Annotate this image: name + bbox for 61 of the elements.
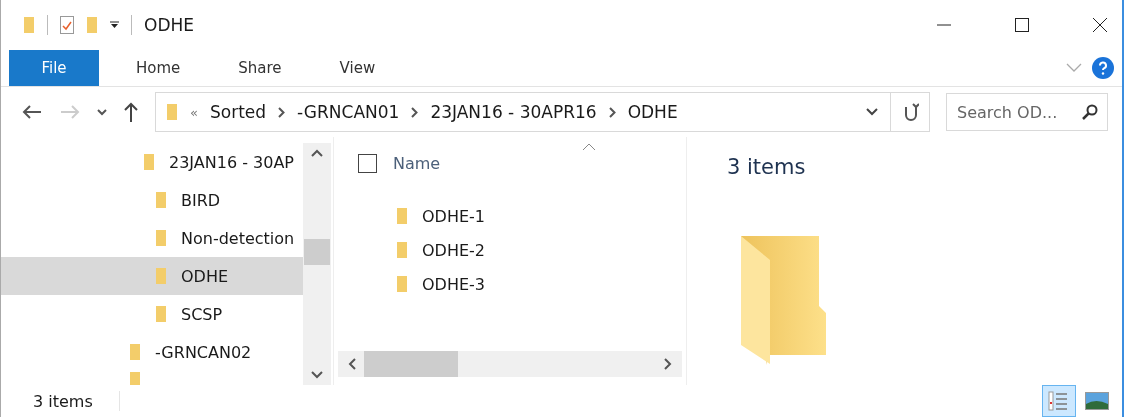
vertical-scrollbar[interactable] (303, 143, 331, 385)
file-item[interactable]: ODHE-1 (396, 199, 516, 233)
overflow-chevron[interactable]: « (190, 104, 198, 120)
breadcrumb[interactable]: ODHE (627, 102, 678, 122)
scroll-thumb[interactable] (304, 239, 330, 265)
maximize-icon[interactable] (1014, 17, 1030, 33)
scroll-up-icon[interactable] (311, 149, 323, 157)
breadcrumb[interactable]: Sorted (209, 102, 267, 122)
scroll-down-icon[interactable] (311, 371, 323, 379)
chevron-right-icon[interactable] (278, 106, 286, 118)
search-field[interactable]: Search OD... (946, 93, 1108, 131)
folder-icon (396, 207, 408, 225)
breadcrumb[interactable]: -GRNCAN01 (297, 102, 400, 122)
refresh-icon[interactable] (903, 103, 919, 121)
ribbon-tab[interactable]: Home (115, 50, 202, 86)
folder-icon (129, 371, 141, 385)
tree-item[interactable]: Non-detection (1, 219, 303, 257)
folder-icon (166, 103, 178, 121)
folder-icon (155, 191, 167, 209)
folder-icon (155, 305, 167, 323)
ribbon-tab[interactable]: View (318, 50, 397, 86)
horizontal-scrollbar[interactable] (338, 351, 682, 377)
customize-caret-icon[interactable] (110, 21, 119, 29)
details-view-button[interactable] (1042, 385, 1076, 417)
tree-item[interactable]: BIRD (1, 181, 303, 219)
folder-icon (155, 267, 167, 285)
column-header[interactable]: Name (393, 153, 441, 173)
large-icons-view-icon (1085, 392, 1109, 410)
ribbon-tab[interactable]: Share (217, 50, 303, 86)
tree-item[interactable]: 23JAN16 - 30AP (1, 143, 303, 181)
breadcrumb[interactable]: 23JAN16 - 30APR16 (430, 102, 597, 122)
folder-icon (396, 275, 408, 293)
folder-icon (155, 229, 167, 247)
close-icon[interactable] (1092, 17, 1108, 33)
search-icon[interactable] (1082, 104, 1098, 120)
file-item[interactable]: ODHE-3 (396, 267, 516, 301)
back-arrow-icon[interactable] (21, 104, 43, 120)
ribbon-tab[interactable]: File (9, 50, 99, 86)
scroll-thumb[interactable] (364, 351, 458, 377)
window-title: ODHE (144, 15, 194, 35)
chevron-right-icon[interactable] (608, 106, 616, 118)
recent-caret-icon[interactable] (97, 108, 107, 116)
help-icon[interactable] (1092, 57, 1114, 79)
file-item[interactable]: ODHE-2 (396, 233, 516, 267)
scroll-left-icon[interactable] (348, 358, 356, 370)
tree-item[interactable]: -GRNCAN02 (1, 333, 303, 371)
tree-item[interactable]: ODHE (1, 257, 303, 295)
address-bar[interactable]: « Sorted -GRNCAN01 23JAN16 - 30APR16 ODHE (155, 92, 930, 132)
folder-icon (143, 153, 155, 171)
scroll-right-icon[interactable] (664, 358, 672, 370)
folder-icon (396, 241, 408, 259)
select-all-checkbox[interactable] (358, 153, 377, 173)
item-count-heading: 3 items (727, 155, 807, 179)
sort-caret-icon (582, 143, 596, 151)
dropdown-caret-icon[interactable] (866, 108, 878, 116)
properties-icon[interactable] (60, 16, 74, 34)
folder-icon (129, 343, 141, 361)
status-item-count: 3 items (33, 391, 93, 411)
tree-item[interactable]: SCSP (1, 295, 303, 333)
up-arrow-icon[interactable] (123, 102, 139, 122)
chevron-right-icon[interactable] (411, 106, 419, 118)
